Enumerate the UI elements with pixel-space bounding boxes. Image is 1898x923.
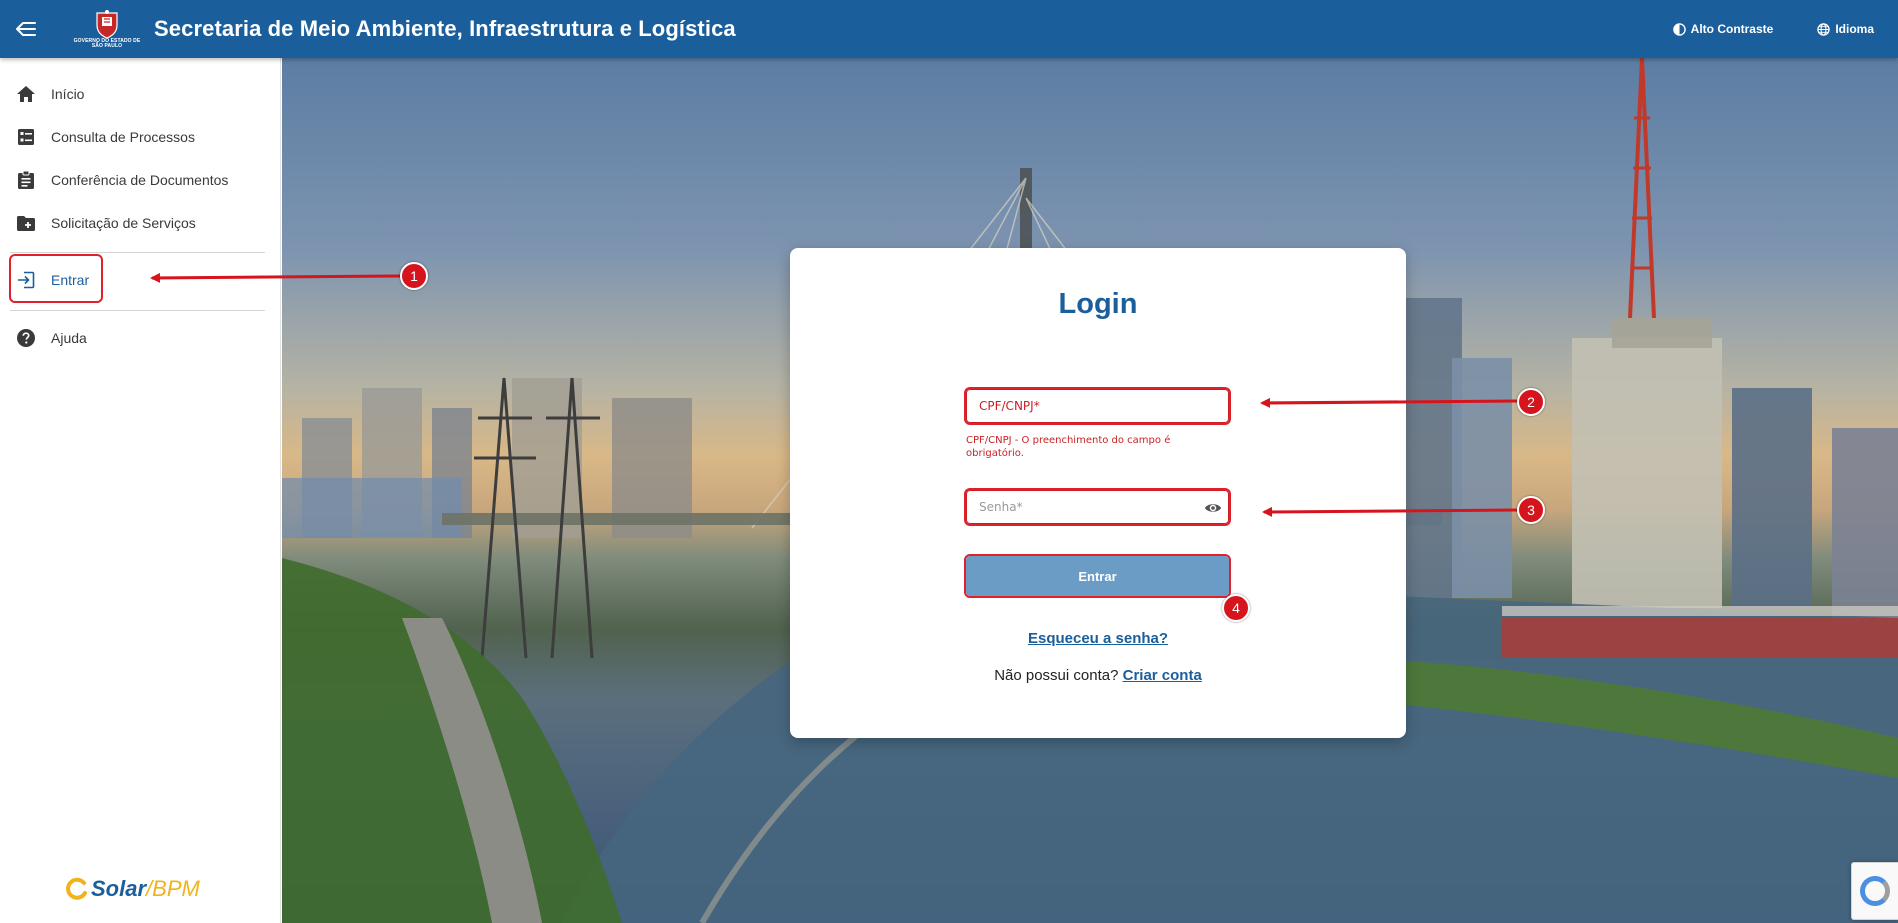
sidebar-item-label: Início xyxy=(51,86,85,102)
home-icon xyxy=(16,84,36,104)
menu-collapse-icon xyxy=(16,22,36,36)
sidebar-item-consulta-processos[interactable]: Consulta de Processos xyxy=(16,119,195,155)
annotation-badge-4: 4 xyxy=(1222,594,1250,622)
clipboard-icon xyxy=(16,170,36,190)
sidebar-item-conferencia-documentos[interactable]: Conferência de Documentos xyxy=(16,162,228,198)
sidebar-divider xyxy=(10,252,265,253)
sidebar-divider xyxy=(10,310,265,311)
solar-sun-icon xyxy=(66,877,87,900)
eye-icon[interactable] xyxy=(1204,499,1222,517)
no-account-text: Não possui conta? xyxy=(994,667,1119,684)
language-label: Idioma xyxy=(1835,22,1874,36)
contrast-icon xyxy=(1672,22,1686,36)
solar-bpm-logo: Solar / BPM xyxy=(64,876,200,902)
cpf-error-message: CPF/CNPJ - O preenchimento do campo é ob… xyxy=(966,435,1171,459)
recaptcha-badge[interactable] xyxy=(1851,862,1898,920)
app-title: Secretaria de Meio Ambiente, Infraestrut… xyxy=(154,16,736,41)
annotation-highlight-entrar xyxy=(9,254,103,303)
password-input[interactable] xyxy=(967,491,1228,523)
app-header: GOVERNO DO ESTADO DE SÃO PAULO Secretari… xyxy=(0,0,1898,58)
sidebar-item-ajuda[interactable]: Ajuda xyxy=(16,320,87,356)
cpf-cnpj-field[interactable] xyxy=(966,389,1229,423)
sp-seal-icon xyxy=(96,10,118,39)
brand-bpm: BPM xyxy=(152,876,200,901)
sidebar-item-label: Conferência de Documentos xyxy=(51,172,229,188)
folder-add-icon xyxy=(16,213,36,233)
login-submit-button[interactable]: Entrar xyxy=(966,556,1229,596)
gov-logo-text: GOVERNO DO ESTADO DE SÃO PAULO xyxy=(73,38,141,49)
sidebar-item-solicitacao-servicos[interactable]: Solicitação de Serviços xyxy=(16,205,196,241)
annotation-badge-1: 1 xyxy=(400,262,428,290)
password-field[interactable] xyxy=(966,490,1229,524)
recaptcha-icon xyxy=(1860,876,1890,906)
sidebar-item-label: Solicitação de Serviços xyxy=(51,215,196,231)
menu-collapse-button[interactable] xyxy=(0,0,52,58)
help-icon xyxy=(16,328,36,348)
globe-icon xyxy=(1817,22,1831,36)
sidebar-item-inicio[interactable]: Início xyxy=(16,76,84,112)
annotation-badge-3: 3 xyxy=(1517,496,1545,524)
sidebar-item-label: Ajuda xyxy=(51,330,87,346)
gov-logo: GOVERNO DO ESTADO DE SÃO PAULO xyxy=(68,0,146,58)
login-title: Login xyxy=(1058,288,1138,320)
language-button[interactable]: Idioma xyxy=(1797,22,1898,36)
brand-solar: Solar xyxy=(91,876,147,901)
high-contrast-button[interactable]: Alto Contraste xyxy=(1653,22,1798,36)
cpf-cnpj-input[interactable] xyxy=(967,390,1228,422)
list-icon xyxy=(16,127,36,147)
annotation-badge-2: 2 xyxy=(1517,388,1545,416)
high-contrast-label: Alto Contraste xyxy=(1690,22,1774,36)
sidebar: Início Consulta de Processos Conferência… xyxy=(0,58,281,923)
create-account-link[interactable]: Criar conta xyxy=(1123,667,1202,684)
signup-prompt: Não possui conta? Criar conta xyxy=(790,667,1406,684)
sidebar-item-label: Consulta de Processos xyxy=(51,129,195,145)
forgot-password-link[interactable]: Esqueceu a senha? xyxy=(790,630,1406,647)
login-card: Login CPF/CNPJ - O preenchimento do camp… xyxy=(790,248,1406,738)
